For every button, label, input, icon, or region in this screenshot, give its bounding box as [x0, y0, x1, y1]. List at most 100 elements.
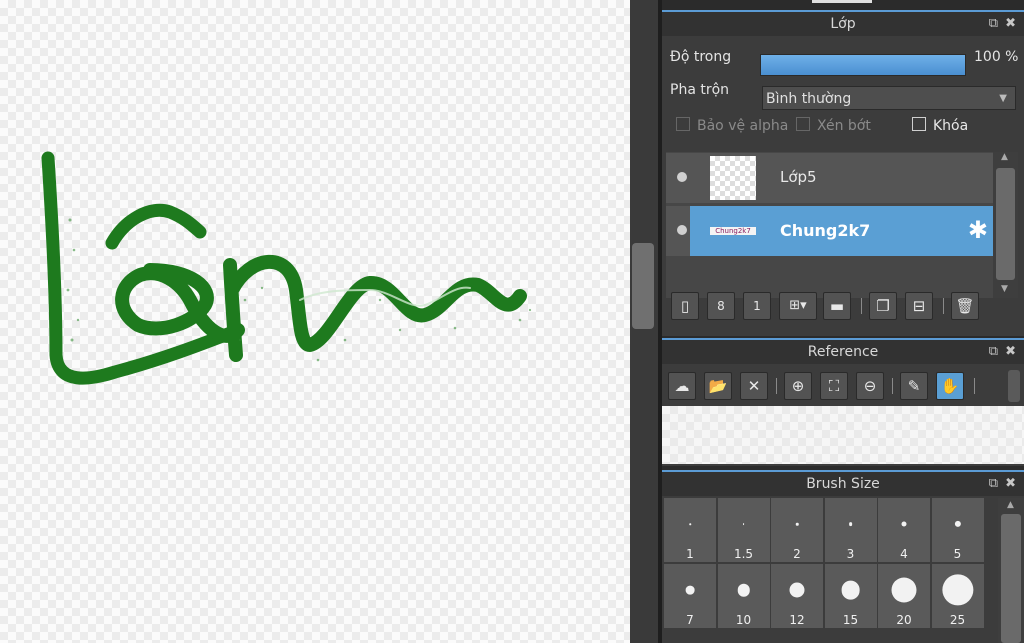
brush-size-panel-title: Brush Size — [806, 476, 880, 492]
new-1bit-layer-icon[interactable]: 1 — [743, 292, 771, 320]
layer-name: Lớp5 — [780, 168, 817, 186]
close-icon[interactable]: ✖ — [1005, 340, 1016, 364]
checkbox-box — [796, 117, 810, 131]
brush-size-cell[interactable]: 7 — [664, 564, 716, 628]
lock-checkbox[interactable]: Khóa — [912, 117, 968, 134]
brush-size-label: 5 — [953, 547, 962, 561]
brush-size-label: 7 — [686, 613, 694, 627]
brush-size-cell[interactable]: 4 — [878, 498, 930, 562]
reference-panel-header: Reference ⧉ ✖ — [662, 338, 1024, 364]
brush-size-label: 25 — [949, 613, 966, 627]
toolbar-separator — [974, 378, 975, 394]
opacity-value: 100 % — [974, 49, 1019, 65]
opacity-label: Độ trong — [670, 49, 732, 65]
close-icon[interactable]: ✖ — [1005, 12, 1016, 36]
brush-size-label: 1 — [686, 547, 694, 561]
hand-icon[interactable]: ✋ — [936, 372, 964, 400]
layer-settings-gear-icon[interactable]: ✱ — [968, 216, 988, 244]
checkbox-box — [912, 117, 926, 131]
canvas-vertical-scrollbar[interactable] — [630, 0, 658, 643]
new-8bit-layer-icon[interactable]: 8 — [707, 292, 735, 320]
brush-size-cell[interactable]: 12 — [771, 564, 823, 628]
protect-alpha-label: Bảo vệ alpha — [697, 118, 789, 134]
popout-icon[interactable]: ⧉ — [989, 472, 998, 496]
brush-size-dot — [689, 523, 691, 525]
brush-size-panel-header: Brush Size ⧉ ✖ — [662, 470, 1024, 496]
fit-icon[interactable]: ⛶ — [820, 372, 848, 400]
brush-size-cell[interactable]: 3 — [824, 498, 877, 562]
drawing-canvas[interactable] — [0, 0, 630, 643]
brush-size-cell[interactable]: 1.5 — [717, 498, 770, 562]
layer-panel-header: Lớp ⧉ ✖ — [662, 10, 1024, 36]
layer-thumbnail — [710, 156, 756, 200]
blend-mode-value: Bình thường — [766, 91, 852, 107]
reference-panel-title: Reference — [807, 344, 879, 360]
brush-size-dot — [737, 583, 750, 597]
brush-size-dot — [891, 577, 917, 603]
toolbar-separator — [776, 378, 777, 394]
popout-icon[interactable]: ⧉ — [989, 340, 998, 364]
visibility-icon[interactable] — [677, 172, 687, 182]
brush-size-cell[interactable]: 5 — [931, 498, 984, 562]
opacity-slider[interactable] — [760, 54, 966, 76]
tab-indicator — [812, 0, 872, 3]
top-strip — [662, 0, 1024, 10]
brush-size-cell[interactable]: 20 — [878, 564, 930, 628]
duplicate-layer-icon[interactable]: ❐ — [869, 292, 897, 320]
chevron-down-icon: ▼ — [999, 93, 1007, 104]
brush-size-panel: Brush Size ⧉ ✖ 1 1.5 2 3 4 5 7 10 12 15 20 25 ▲ — [662, 470, 1024, 643]
scrollbar-thumb[interactable] — [996, 168, 1015, 280]
brush-size-dot — [901, 521, 907, 527]
visibility-icon[interactable] — [677, 225, 687, 235]
layer-panel: Lớp ⧉ ✖ Độ trong 100 % Pha trộn Bình thư… — [662, 10, 1024, 336]
clipping-checkbox[interactable]: Xén bớt — [796, 117, 871, 134]
layer-name: Chung2k7 — [780, 221, 871, 240]
stroke-accent — [105, 203, 207, 250]
protect-alpha-checkbox[interactable]: Bảo vệ alpha — [676, 117, 788, 134]
zoom-out-icon[interactable]: ⊖ — [856, 372, 884, 400]
cloud-open-icon[interactable]: ☁ — [668, 372, 696, 400]
zoom-in-icon[interactable]: ⊕ — [784, 372, 812, 400]
new-folder-icon[interactable]: ▬ — [823, 292, 851, 320]
lock-label: Khóa — [933, 118, 969, 134]
scroll-up-icon[interactable]: ▲ — [1001, 152, 1008, 162]
merge-layer-icon[interactable]: ⊟ — [905, 292, 933, 320]
brush-size-dot — [742, 523, 745, 525]
new-layer-icon[interactable]: ▯ — [671, 292, 699, 320]
blend-label: Pha trộn — [670, 82, 730, 98]
brush-size-dot — [685, 585, 695, 595]
scroll-down-icon[interactable]: ▼ — [1001, 284, 1008, 294]
blend-mode-select[interactable]: Bình thường ▼ — [762, 86, 1016, 110]
reference-scrollbar[interactable] — [1008, 370, 1020, 402]
eyedropper-icon[interactable]: ✎ — [900, 372, 928, 400]
brush-size-cell[interactable]: 1 — [664, 498, 716, 562]
reference-panel: Reference ⧉ ✖ ☁ 📂 ✕ ⊕ ⛶ ⊖ ✎ ✋ — [662, 338, 1024, 466]
delete-layer-icon[interactable]: 🗑 — [951, 292, 979, 320]
scroll-up-icon[interactable]: ▲ — [1007, 500, 1014, 510]
layer-item[interactable]: Lớp5 — [666, 153, 993, 203]
layer-thumbnail: Chung2k7 — [710, 209, 756, 253]
brush-size-label: 10 — [735, 613, 752, 627]
brush-size-label: 4 — [900, 547, 908, 561]
brush-size-cell[interactable]: 25 — [931, 564, 984, 628]
brush-size-dot — [795, 522, 799, 526]
layer-item-selected[interactable]: Chung2k7 Chung2k7 ✱ — [666, 206, 993, 256]
brush-scrollbar[interactable]: ▲ — [998, 498, 1024, 643]
popout-icon[interactable]: ⧉ — [989, 12, 998, 36]
layer-list-scrollbar[interactable]: ▲ ▼ — [993, 152, 1018, 298]
brush-size-cell[interactable]: 2 — [771, 498, 823, 562]
brush-size-cell[interactable]: 15 — [824, 564, 877, 628]
reference-view[interactable] — [662, 406, 1024, 464]
brush-size-dot — [841, 580, 860, 600]
close-icon[interactable]: ✖ — [1005, 472, 1016, 496]
layer-list: Lớp5 Chung2k7 Chung2k7 ✱ — [666, 152, 993, 298]
toolbar-separator — [892, 378, 893, 394]
scrollbar-thumb[interactable] — [632, 243, 654, 329]
scrollbar-thumb[interactable] — [1001, 514, 1021, 643]
brush-size-cell[interactable]: 10 — [717, 564, 770, 628]
folder-open-icon[interactable]: 📂 — [704, 372, 732, 400]
brush-size-dot — [954, 520, 961, 528]
add-layer-dropdown-icon[interactable]: ⊞▾ — [779, 292, 817, 320]
toolbar-separator — [943, 298, 944, 314]
close-reference-icon[interactable]: ✕ — [740, 372, 768, 400]
